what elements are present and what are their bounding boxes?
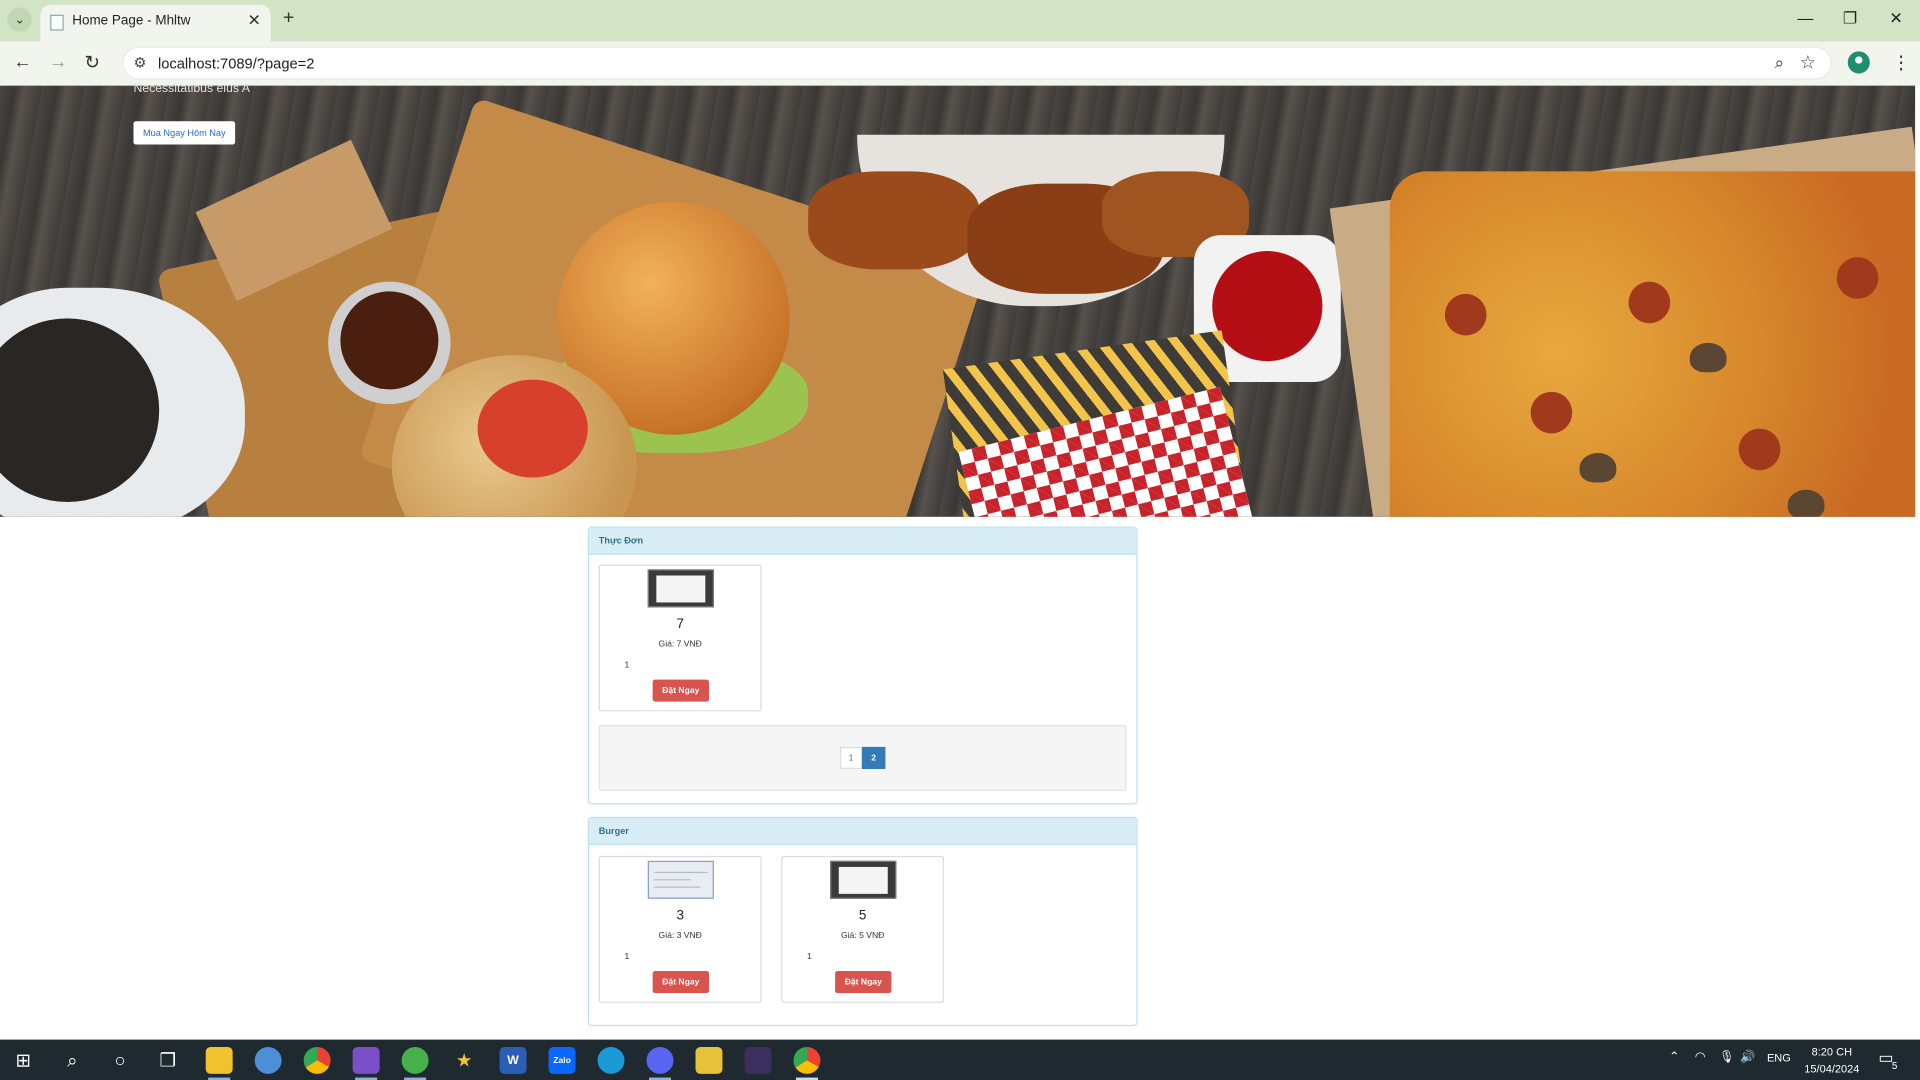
product-name: 3 bbox=[676, 908, 684, 924]
pizza-topping bbox=[1444, 293, 1487, 336]
thumb-line bbox=[653, 886, 701, 888]
product-quantity: 1 bbox=[624, 952, 630, 962]
product-image[interactable] bbox=[647, 860, 714, 899]
order-now-button[interactable]: Đặt Ngay bbox=[835, 971, 892, 994]
cortana-icon[interactable]: ○ bbox=[107, 1047, 134, 1074]
tab-search-chevron-icon[interactable]: ⌄ bbox=[7, 7, 32, 32]
product-quantity: 1 bbox=[624, 661, 630, 670]
network-icon[interactable]: ◠ bbox=[1695, 1051, 1706, 1064]
visual-studio-icon[interactable] bbox=[352, 1046, 380, 1080]
paint-icon[interactable] bbox=[254, 1046, 282, 1074]
forward-arrow-icon[interactable]: → bbox=[49, 51, 67, 72]
tab-strip: ⌄ Home Page - Mhltw ✕ + — ❐ ✕ bbox=[0, 0, 1920, 42]
product-card: 7 Giá: 7 VNĐ 1 Đặt Ngay bbox=[598, 564, 762, 712]
file-explorer-icon[interactable] bbox=[205, 1046, 233, 1080]
zalo-icon[interactable]: Zalo bbox=[548, 1046, 576, 1074]
hero-caption: Necessitatibus eius A bbox=[133, 82, 250, 96]
search-icon[interactable]: ⌕ bbox=[59, 1047, 86, 1074]
pagination-well: 1 2 bbox=[598, 724, 1127, 792]
word-icon[interactable]: W bbox=[499, 1046, 527, 1074]
pizza-topping bbox=[1530, 391, 1573, 434]
product-quantity: 1 bbox=[806, 952, 812, 962]
notification-count: 5 bbox=[1891, 1060, 1898, 1072]
order-now-button[interactable]: Đặt Ngay bbox=[652, 679, 709, 702]
language-indicator[interactable]: ENG bbox=[1767, 1052, 1791, 1064]
page-link-2[interactable]: 2 bbox=[862, 746, 886, 769]
chrome-active-icon[interactable] bbox=[793, 1046, 821, 1080]
thumb-line bbox=[653, 879, 691, 881]
app-icon[interactable] bbox=[401, 1046, 429, 1080]
volume-icon[interactable]: 🔊 bbox=[1740, 1051, 1755, 1064]
product-image-screen bbox=[656, 575, 706, 603]
burger-panel-title: Burger bbox=[588, 817, 1137, 845]
product-name: 7 bbox=[676, 617, 684, 632]
ketchup bbox=[1212, 251, 1323, 362]
product-image-screen bbox=[838, 866, 888, 894]
edge-icon[interactable] bbox=[597, 1046, 625, 1074]
bbq-sauce bbox=[340, 291, 439, 390]
product-image[interactable] bbox=[830, 860, 897, 899]
page-favicon-icon bbox=[50, 14, 64, 31]
thumb-line bbox=[653, 871, 708, 874]
zoom-icon[interactable]: ⌕ bbox=[1774, 53, 1784, 74]
star-app-icon[interactable]: ★ bbox=[451, 1047, 478, 1074]
product-price: Giá: 3 VNĐ bbox=[658, 931, 702, 941]
pizza-topping bbox=[1787, 489, 1825, 517]
buy-now-button[interactable]: Mua Ngay Hôm Nay bbox=[133, 121, 236, 145]
menu-panel-title: Thực Đơn bbox=[588, 527, 1137, 555]
hero-banner bbox=[0, 85, 1916, 517]
browser-toolbar: ← → ↻ ⚙ localhost:7089/?page=2 ⌕ ☆ bbox=[0, 41, 1920, 86]
clock-date: 15/04/2024 bbox=[1804, 1062, 1860, 1076]
snipping-icon[interactable] bbox=[695, 1046, 723, 1074]
reload-icon[interactable]: ↻ bbox=[84, 51, 99, 74]
order-now-button[interactable]: Đặt Ngay bbox=[652, 971, 709, 994]
more-menu-icon[interactable]: ⋮ bbox=[1892, 51, 1910, 74]
pizza bbox=[1389, 171, 1916, 517]
new-tab-button[interactable]: + bbox=[283, 7, 294, 29]
address-bar[interactable]: ⚙ localhost:7089/?page=2 ⌕ ☆ bbox=[122, 46, 1832, 80]
product-card: 3 Giá: 3 VNĐ 1 Đặt Ngay bbox=[598, 855, 762, 1003]
tray-expand-icon[interactable]: ⌃ bbox=[1669, 1051, 1679, 1064]
microphone-icon[interactable]: 🎙 bbox=[1719, 1051, 1735, 1064]
pizza-topping bbox=[1579, 453, 1617, 483]
product-name: 5 bbox=[858, 908, 867, 924]
burger-tomato bbox=[477, 379, 588, 478]
back-arrow-icon[interactable]: ← bbox=[13, 51, 31, 72]
product-image[interactable] bbox=[647, 569, 714, 608]
profile-avatar-icon[interactable] bbox=[1847, 51, 1870, 74]
window-close-icon[interactable]: ✕ bbox=[1889, 9, 1902, 29]
system-clock[interactable]: 8:20 CH 15/04/2024 bbox=[1790, 1043, 1873, 1077]
pizza-topping bbox=[1628, 281, 1671, 324]
pizza-topping bbox=[1689, 342, 1727, 373]
windows-taskbar: ⊞ ⌕ ○ ❒ ★ W Zalo ⌃ ◠ 🎙 🔊 ENG 8:20 CH 15/… bbox=[0, 1039, 1920, 1080]
fried-chicken bbox=[808, 171, 980, 270]
site-info-icon[interactable]: ⚙ bbox=[133, 54, 146, 71]
page-link-1[interactable]: 1 bbox=[840, 746, 863, 769]
bookmark-star-icon[interactable]: ☆ bbox=[1799, 51, 1815, 74]
start-icon[interactable]: ⊞ bbox=[10, 1047, 37, 1074]
clock-time: 8:20 CH bbox=[1811, 1045, 1853, 1058]
terminal-icon[interactable] bbox=[744, 1046, 772, 1074]
burger-panel: Burger 3 Giá: 3 VNĐ 1 Đặt Ngay 5 Giá: 5 … bbox=[587, 816, 1138, 1027]
tab-close-icon[interactable]: ✕ bbox=[247, 11, 260, 31]
minimize-icon[interactable]: — bbox=[1798, 9, 1814, 27]
restore-icon[interactable]: ❐ bbox=[1843, 9, 1857, 29]
pizza-topping bbox=[1738, 428, 1781, 471]
task-view-icon[interactable]: ❒ bbox=[154, 1047, 181, 1074]
pizza-topping bbox=[1836, 257, 1879, 299]
menu-panel: Thực Đơn 7 Giá: 7 VNĐ 1 Đặt Ngay 1 2 bbox=[587, 526, 1138, 805]
product-card: 5 Giá: 5 VNĐ 1 Đặt Ngay bbox=[781, 855, 945, 1003]
product-price: Giá: 7 VNĐ bbox=[658, 640, 702, 649]
active-tab[interactable]: Home Page - Mhltw ✕ bbox=[40, 4, 271, 42]
discord-icon[interactable] bbox=[646, 1046, 674, 1080]
url-text[interactable]: localhost:7089/?page=2 bbox=[158, 55, 314, 72]
product-price: Giá: 5 VNĐ bbox=[840, 931, 885, 941]
tab-title: Home Page - Mhltw bbox=[72, 13, 191, 29]
chrome-icon[interactable] bbox=[303, 1046, 331, 1074]
